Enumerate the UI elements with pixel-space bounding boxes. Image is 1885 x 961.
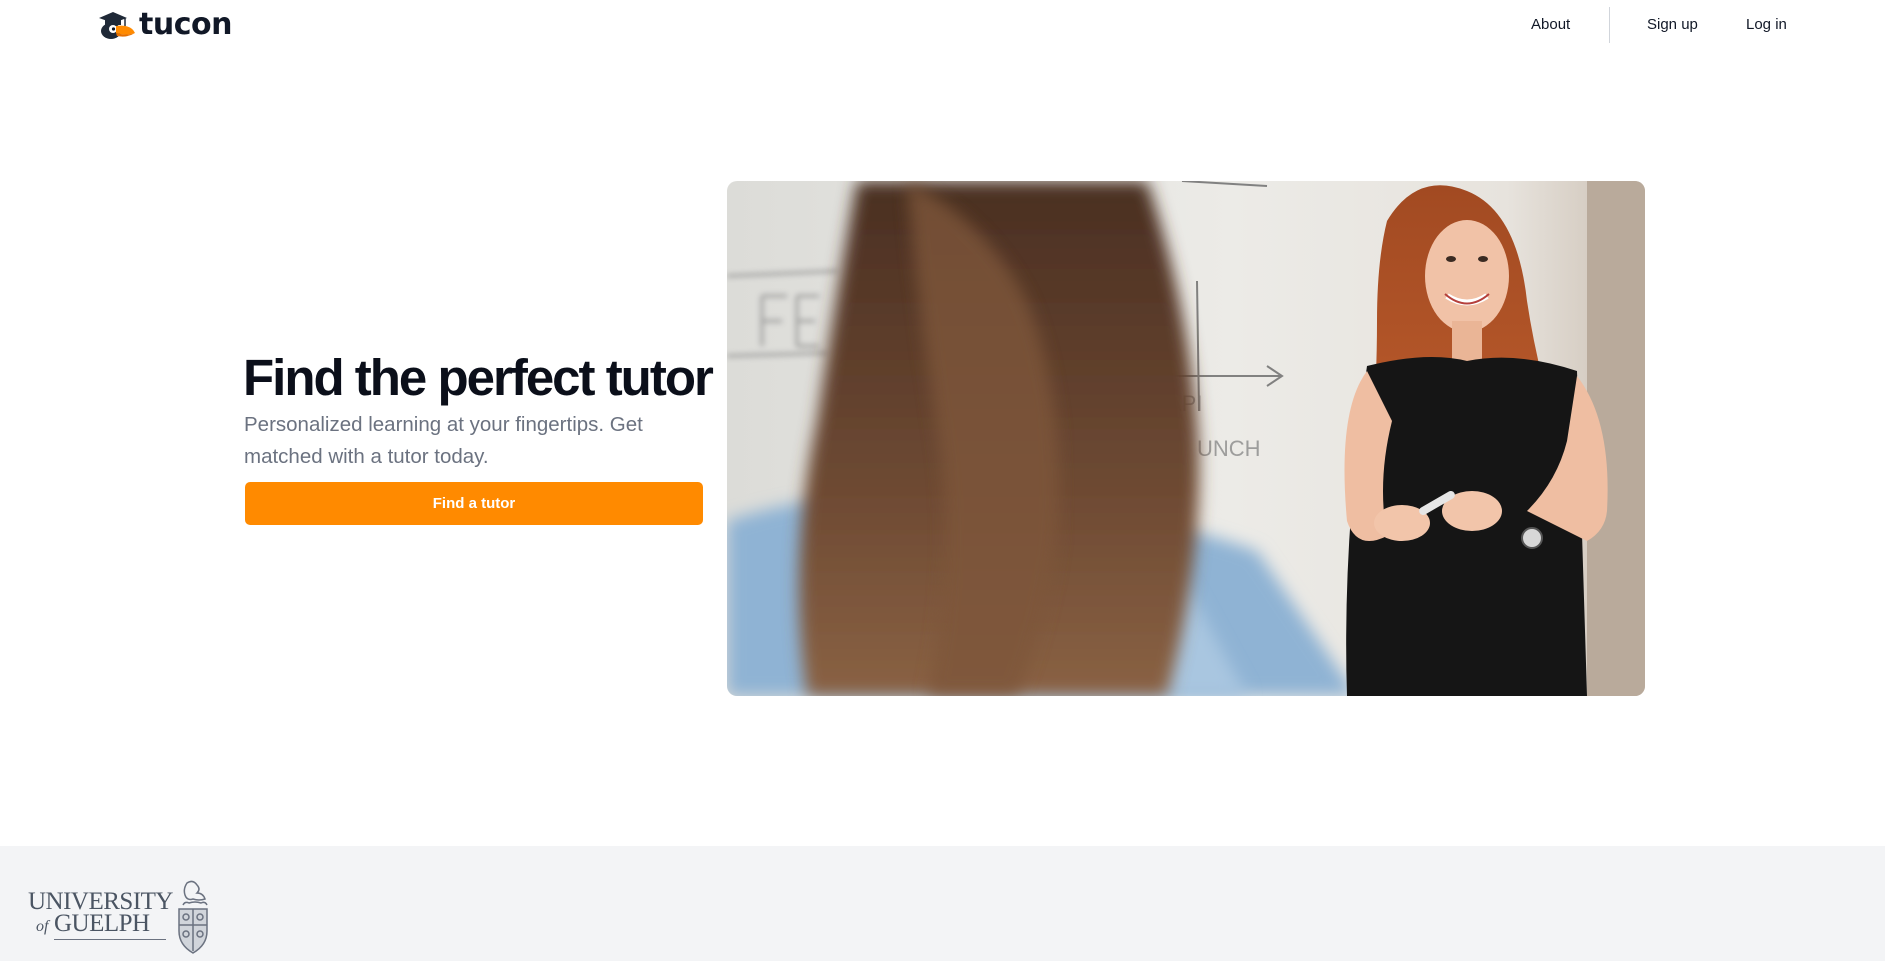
hero-photo: API UNCH bbox=[727, 181, 1645, 696]
find-tutor-button[interactable]: Find a tutor bbox=[245, 482, 703, 525]
whiteboard-text-lunch: UNCH bbox=[1197, 436, 1261, 461]
site-footer: UNIVERSITY of GUELPH bbox=[0, 846, 1885, 961]
nav-divider bbox=[1609, 7, 1610, 43]
university-of-guelph-logo[interactable]: UNIVERSITY of GUELPH bbox=[28, 879, 218, 957]
logo-guelph-text: GUELPH bbox=[54, 910, 150, 937]
toucan-logo-icon bbox=[99, 12, 135, 39]
tutoring-scene-image: API UNCH bbox=[727, 181, 1645, 696]
nav-signup-link[interactable]: Sign up bbox=[1647, 16, 1698, 34]
hero-subtitle: Personalized learning at your fingertips… bbox=[244, 413, 643, 468]
home-logo-link[interactable]: tucon bbox=[97, 8, 232, 42]
hero-title: Find the perfect tutor bbox=[243, 349, 714, 406]
nav-login-link[interactable]: Log in bbox=[1746, 16, 1787, 34]
logo-of-text: of bbox=[36, 918, 49, 935]
site-header: tucon About Sign up Log in bbox=[0, 0, 1885, 50]
university-crest-icon bbox=[178, 880, 208, 954]
logo-underline bbox=[54, 939, 166, 940]
logo-wordmark: tucon bbox=[139, 7, 232, 42]
nav-about-link[interactable]: About bbox=[1531, 16, 1570, 34]
